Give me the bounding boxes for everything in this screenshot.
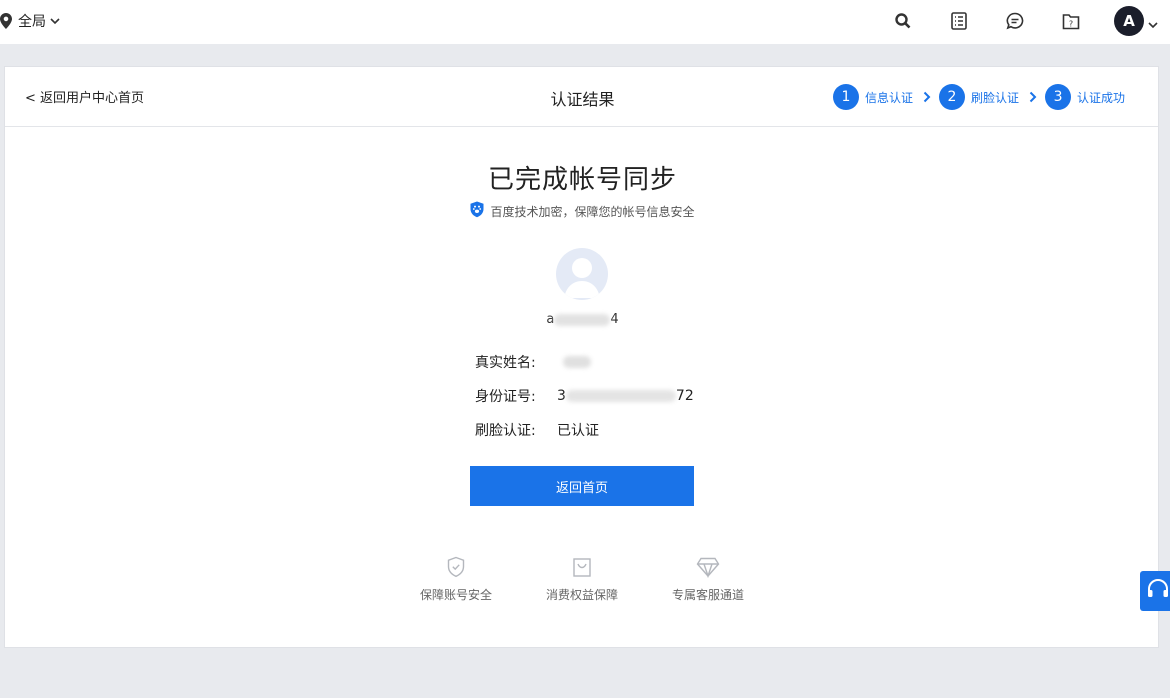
location-label: 全局	[18, 14, 46, 30]
list-icon[interactable]	[948, 10, 970, 32]
feature-label: 保障账号安全	[419, 588, 492, 602]
feature-consumer-rights: 消费权益保障	[527, 556, 637, 603]
avatar	[556, 248, 608, 300]
feature-account-security: 保障账号安全	[401, 556, 511, 603]
masked-name	[563, 356, 591, 368]
security-note: 百度技术加密，保障您的帐号信息安全	[5, 201, 1160, 221]
chevron-right-icon	[1029, 91, 1037, 103]
step-1-label: 信息认证	[865, 90, 914, 105]
username: a4	[5, 312, 1160, 327]
info-label: 身份证号:	[475, 389, 536, 405]
info-row-face: 刷脸认证: 已认证	[475, 420, 599, 440]
search-icon[interactable]	[892, 10, 914, 32]
security-note-text: 百度技术加密，保障您的帐号信息安全	[490, 204, 695, 219]
chevron-down-icon	[50, 17, 60, 25]
message-icon[interactable]	[1004, 10, 1026, 32]
id-start: 3	[557, 388, 566, 404]
top-bar: 全局 ? A	[0, 0, 1170, 44]
feature-exclusive-service: 专属客服通道	[653, 556, 763, 603]
info-label: 真实姓名:	[475, 355, 536, 371]
id-end: 72	[675, 388, 694, 404]
step-3-number: 3	[1045, 84, 1072, 110]
chevron-right-icon	[923, 91, 931, 103]
shield-paw-icon	[470, 201, 484, 221]
step-2-number: 2	[939, 84, 966, 110]
info-row-name: 真实姓名:	[475, 352, 591, 372]
diamond-icon	[653, 556, 763, 578]
card-header: < 返回用户中心首页 认证结果 1 信息认证 2 刷脸认证 3 认证成功	[5, 67, 1158, 127]
location-pin-icon	[0, 13, 12, 29]
result-card: < 返回用户中心首页 认证结果 1 信息认证 2 刷脸认证 3 认证成功 已完成…	[4, 66, 1159, 648]
headset-icon	[1147, 579, 1169, 603]
feature-label: 专属客服通道	[671, 588, 744, 602]
step-1-number: 1	[833, 84, 859, 110]
masked-id	[565, 390, 676, 402]
info-row-id: 身份证号: 3 72	[475, 386, 694, 406]
masked-username	[554, 313, 611, 326]
result-title: 已完成帐号同步	[487, 165, 677, 195]
face-status: 已认证	[557, 423, 599, 439]
customer-service-button[interactable]	[1140, 571, 1170, 611]
chevron-down-icon[interactable]	[1148, 14, 1158, 33]
step-indicator: 1 信息认证 2 刷脸认证 3 认证成功	[833, 83, 1125, 111]
username-end: 4	[610, 312, 619, 327]
step-3-label: 认证成功	[1077, 90, 1126, 105]
shield-check-icon	[401, 556, 511, 578]
step-2-label: 刷脸认证	[971, 90, 1020, 105]
location-selector[interactable]: 全局	[0, 10, 60, 32]
feature-label: 消费权益保障	[545, 588, 618, 602]
shopping-bag-icon	[527, 556, 637, 578]
help-folder-icon[interactable]: ?	[1060, 10, 1082, 32]
username-start: a	[546, 312, 555, 327]
info-label: 刷脸认证:	[475, 423, 536, 439]
user-avatar-top[interactable]: A	[1114, 6, 1144, 36]
svg-text:?: ?	[1069, 20, 1073, 29]
return-home-button[interactable]: 返回首页	[470, 466, 694, 506]
